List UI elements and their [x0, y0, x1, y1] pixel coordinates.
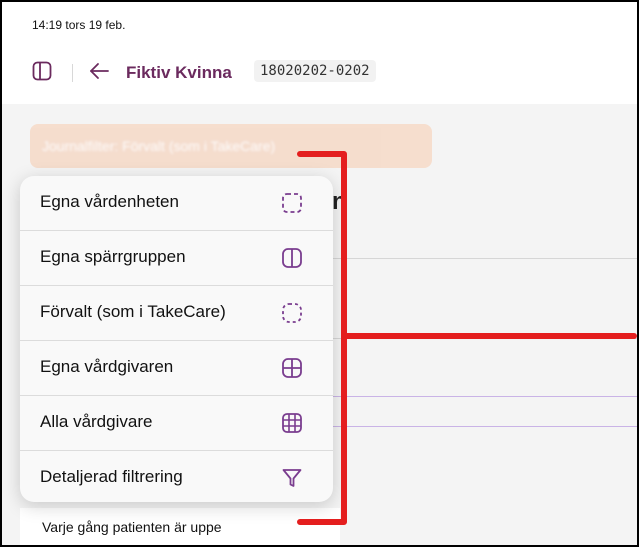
- menu-item-forvalt[interactable]: Förvalt (som i TakeCare): [20, 286, 333, 341]
- patient-name[interactable]: Fiktiv Kvinna: [126, 63, 232, 83]
- menu-item-label: Egna spärrgruppen: [40, 247, 186, 266]
- menu-item-label: Detaljerad filtrering: [40, 467, 183, 486]
- background-footer-text: Varje gång patienten är uppe: [42, 519, 222, 535]
- background-divider: [332, 338, 637, 339]
- background-accent-line: [332, 396, 637, 397]
- nine-grid-icon: [282, 413, 302, 433]
- journal-filter-menu: Egna vårdenheten Egna spärrgruppen Förva…: [20, 176, 333, 502]
- background-heading-fragment: n: [332, 188, 347, 215]
- menu-item-detaljerad-filtrering[interactable]: Detaljerad filtrering: [20, 451, 333, 502]
- dashed-square-icon: [282, 193, 302, 213]
- journal-filter-label: Journalfilter: Förvalt (som i TakeCare): [42, 138, 276, 154]
- journal-filter-button[interactable]: Journalfilter: Förvalt (som i TakeCare): [30, 124, 432, 168]
- split-square-icon: [282, 248, 302, 268]
- status-bar-time: 14:19 tors 19 feb.: [32, 18, 126, 32]
- menu-item-alla-vardgivare[interactable]: Alla vårdgivare: [20, 396, 333, 451]
- dashed-rounded-square-icon: [282, 303, 302, 323]
- patient-id: 18020202-0202: [254, 60, 376, 82]
- back-arrow-icon[interactable]: [88, 60, 110, 82]
- background-divider: [332, 258, 637, 259]
- menu-item-egna-sparrgruppen[interactable]: Egna spärrgruppen: [20, 231, 333, 286]
- menu-item-egna-vardenheten[interactable]: Egna vårdenheten: [20, 176, 333, 231]
- toolbar-divider: [72, 64, 73, 82]
- quad-grid-icon: [282, 358, 302, 378]
- menu-item-label: Egna vårdgivaren: [40, 357, 174, 376]
- menu-item-label: Alla vårdgivare: [40, 412, 153, 431]
- screenshot-frame: 14:19 tors 19 feb. Fiktiv Kvinna 1802020…: [0, 0, 639, 547]
- menu-item-label: Egna vårdenheten: [40, 192, 179, 211]
- sidebar-toggle-icon[interactable]: [32, 61, 52, 81]
- menu-item-egna-vardgivaren[interactable]: Egna vårdgivaren: [20, 341, 333, 396]
- menu-item-label: Förvalt (som i TakeCare): [40, 302, 226, 321]
- filter-funnel-icon: [282, 469, 302, 487]
- background-accent-line: [332, 426, 637, 427]
- top-navigation-bar: Fiktiv Kvinna 18020202-0202: [2, 44, 637, 104]
